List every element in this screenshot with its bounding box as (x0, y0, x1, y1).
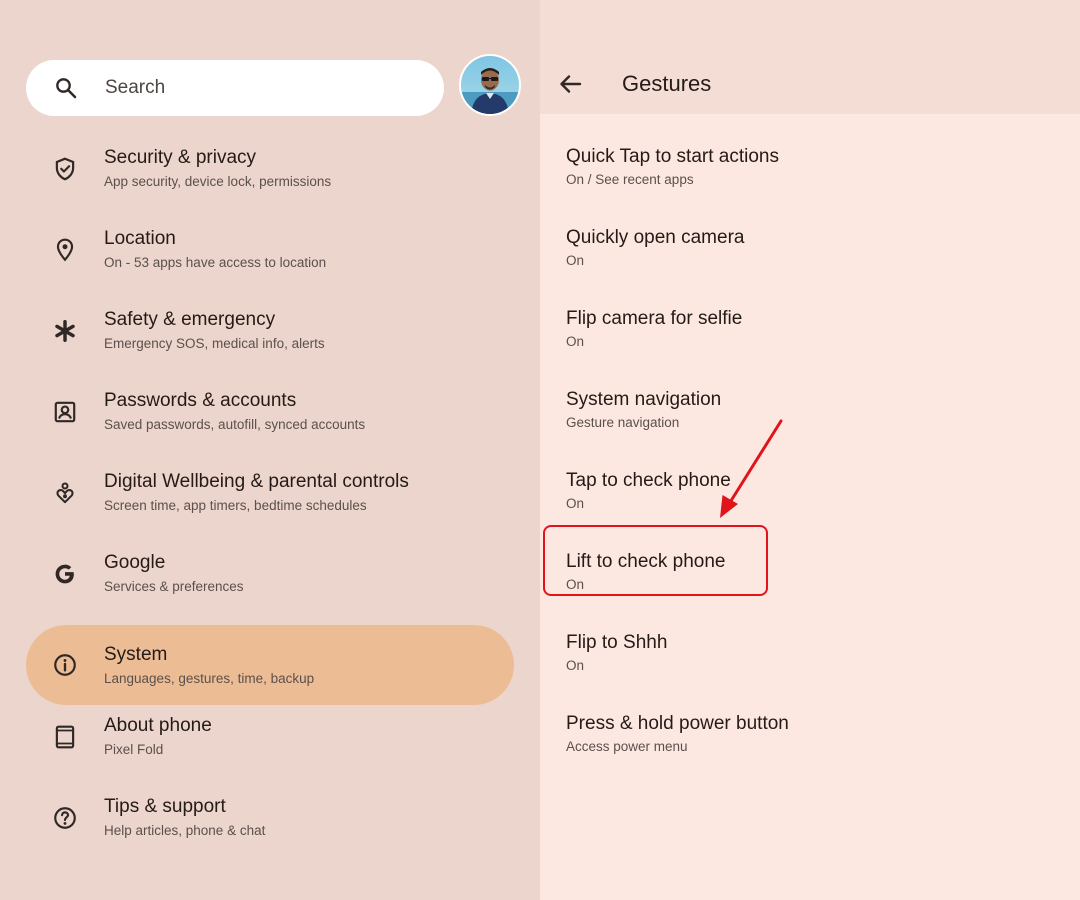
sidebar-item-location[interactable]: Location On - 53 apps have access to loc… (26, 209, 514, 289)
sidebar-item-title: Location (104, 228, 176, 249)
account-box-icon (54, 401, 76, 423)
sidebar-item-title: Digital Wellbeing & parental controls (104, 471, 409, 492)
google-g-icon (55, 564, 74, 584)
search-label: Search (105, 77, 166, 98)
sidebar-item-google[interactable]: Google Services & preferences (26, 533, 514, 613)
gesture-item-subtitle: On (566, 334, 585, 349)
gesture-item-title: Quick Tap to start actions (566, 146, 779, 167)
sidebar-item-tips-support[interactable]: Tips & support Help articles, phone & ch… (26, 777, 514, 857)
avatar-image (461, 56, 519, 114)
wellbeing-icon (56, 482, 74, 504)
sidebar-item-subtitle: Languages, gestures, time, backup (104, 671, 315, 686)
sidebar-item-subtitle: On - 53 apps have access to location (104, 255, 327, 270)
sidebar-item-title: System (104, 644, 168, 665)
gesture-item-title: Flip camera for selfie (566, 308, 743, 329)
gesture-item-title: Quickly open camera (566, 227, 745, 248)
gesture-item-tap-to-check[interactable]: Tap to check phone On (540, 452, 1080, 532)
sidebar-item-subtitle: Emergency SOS, medical info, alerts (104, 336, 325, 351)
gesture-item-subtitle: On (566, 253, 585, 268)
location-pin-icon (56, 238, 74, 262)
sidebar-item-system[interactable]: System Languages, gestures, time, backup (26, 625, 514, 705)
back-arrow-icon[interactable] (558, 72, 584, 96)
sidebar-item-subtitle: App security, device lock, permissions (104, 174, 332, 189)
gesture-item-subtitle: On (566, 658, 585, 673)
sidebar-item-title: Passwords & accounts (104, 390, 297, 411)
sidebar-item-passwords-accounts[interactable]: Passwords & accounts Saved passwords, au… (26, 371, 514, 451)
avatar[interactable] (459, 54, 521, 116)
sidebar-item-security-privacy[interactable]: Security & privacy App security, device … (26, 128, 514, 208)
sidebar-item-title: Safety & emergency (104, 309, 276, 330)
gesture-item-subtitle: Access power menu (566, 739, 688, 754)
sidebar-item-digital-wellbeing[interactable]: Digital Wellbeing & parental controls Sc… (26, 452, 514, 532)
gestures-header (540, 0, 1080, 114)
gesture-item-title: Flip to Shhh (566, 632, 668, 653)
sidebar-item-about-phone[interactable]: About phone Pixel Fold (26, 696, 514, 776)
gesture-item-subtitle: On (566, 496, 585, 511)
page-title: Gestures (622, 71, 712, 96)
shield-check-icon (55, 157, 75, 181)
gesture-item-subtitle: On / See recent apps (566, 172, 694, 187)
search-icon (56, 78, 77, 99)
sidebar-item-title: Google (104, 552, 166, 573)
sidebar-item-safety-emergency[interactable]: Safety & emergency Emergency SOS, medica… (26, 290, 514, 370)
info-icon (54, 654, 76, 676)
gesture-item-system-navigation[interactable]: System navigation Gesture navigation (540, 371, 1080, 451)
gesture-item-title: System navigation (566, 389, 722, 410)
annotation-arrow-icon (720, 419, 783, 518)
sidebar-item-subtitle: Saved passwords, autofill, synced accoun… (104, 417, 366, 432)
sidebar-item-subtitle: Help articles, phone & chat (104, 823, 266, 838)
search-bar[interactable]: Search (26, 60, 444, 116)
gesture-item-press-hold-power[interactable]: Press & hold power button Access power m… (540, 695, 1080, 775)
sidebar-item-subtitle: Services & preferences (104, 579, 244, 594)
tablet-icon (55, 725, 75, 749)
gesture-item-flip-to-shhh[interactable]: Flip to Shhh On (540, 614, 1080, 694)
help-icon (54, 807, 76, 829)
settings-sidebar: Search Security & privacy App security, … (0, 0, 540, 900)
sidebar-item-title: About phone (104, 715, 212, 736)
annotation-highlight-box (543, 525, 768, 596)
gesture-item-title: Press & hold power button (566, 713, 789, 734)
gesture-item-quick-tap[interactable]: Quick Tap to start actions On / See rece… (540, 128, 1080, 208)
gesture-item-subtitle: Gesture navigation (566, 415, 680, 430)
gesture-item-quickly-open-camera[interactable]: Quickly open camera On (540, 209, 1080, 289)
sidebar-item-title: Security & privacy (104, 147, 257, 168)
asterisk-icon (55, 320, 75, 342)
sidebar-item-title: Tips & support (104, 796, 226, 817)
sidebar-item-subtitle: Screen time, app timers, bedtime schedul… (104, 498, 367, 513)
gesture-item-flip-camera[interactable]: Flip camera for selfie On (540, 290, 1080, 370)
sidebar-item-subtitle: Pixel Fold (104, 742, 164, 757)
